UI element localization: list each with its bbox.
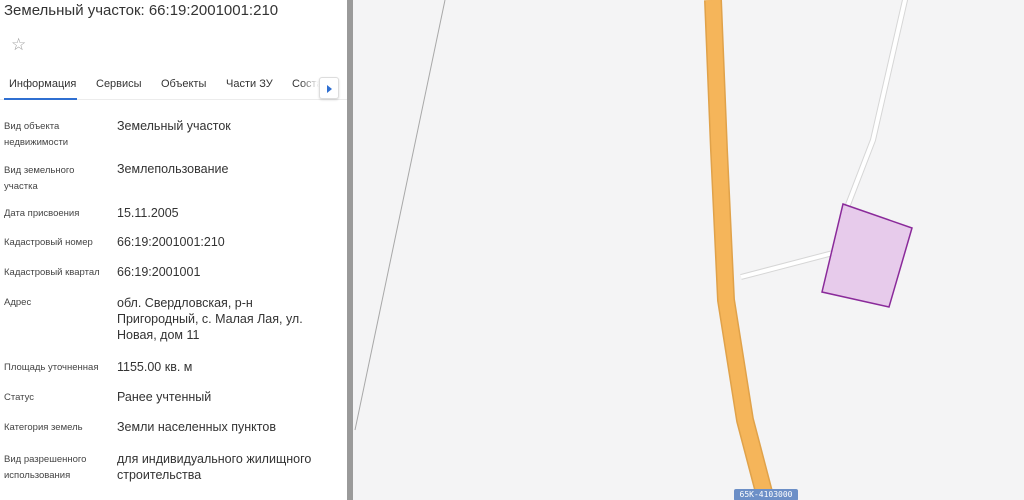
chevron-right-icon[interactable] [319,77,339,99]
road-number-label: 65К-4103000 [734,489,798,500]
label-assignment-date: Дата присвоения [4,208,80,219]
label-cadastral-number: Кадастровый номер [4,237,93,248]
label-cadastral-quarter: Кадастровый квартал [4,267,100,278]
label-parcel-type: Вид земельного участка [4,165,75,192]
label-permitted-use: Вид разрешенного использования [4,454,87,481]
value-cadastral-quarter: 66:19:2001001 [117,265,201,279]
value-status: Ранее учтенный [117,390,212,404]
value-assignment-date: 15.11.2005 [117,206,179,220]
label-land-category: Категория земель [4,422,83,433]
label-address: Адрес [4,297,32,308]
tab-objects[interactable]: Объекты [161,78,206,90]
label-area: Площадь уточненная [4,362,99,373]
map-layer [354,0,913,500]
label-object-type: Вид объекта недвижимости [4,121,69,148]
page-title: Земельный участок: 66:19:2001001:210 [4,2,279,19]
value-permitted-use: для индивидуального жилищного строительс… [117,452,312,482]
main-road [705,0,774,500]
value-land-category: Земли населенных пунктов [117,420,276,434]
side-road [844,0,907,212]
value-object-type: Земельный участок [117,119,231,133]
info-panel: Земельный участок: 66:19:2001001:210 ☆ И… [0,0,347,500]
access-road [740,251,834,279]
tab-information[interactable]: Информация [9,78,76,90]
value-address: обл. Свердловская, р-н Пригородный, с. М… [117,296,303,342]
star-outline-icon[interactable]: ☆ [11,36,26,53]
boundary-line [354,0,446,431]
tab-services[interactable]: Сервисы [96,78,142,90]
tab-parts[interactable]: Части ЗУ [226,78,273,90]
value-parcel-type: Землепользование [117,162,229,176]
label-status: Статус [4,392,35,403]
active-tab-indicator [4,98,77,100]
map-canvas[interactable] [353,0,1024,500]
value-cadastral-number: 66:19:2001001:210 [117,235,225,249]
parcel-polygon [821,203,913,308]
tab-bar: Информация Сервисы Объекты Части ЗУ Сост… [0,70,347,100]
value-area: 1155.00 кв. м [117,360,193,374]
